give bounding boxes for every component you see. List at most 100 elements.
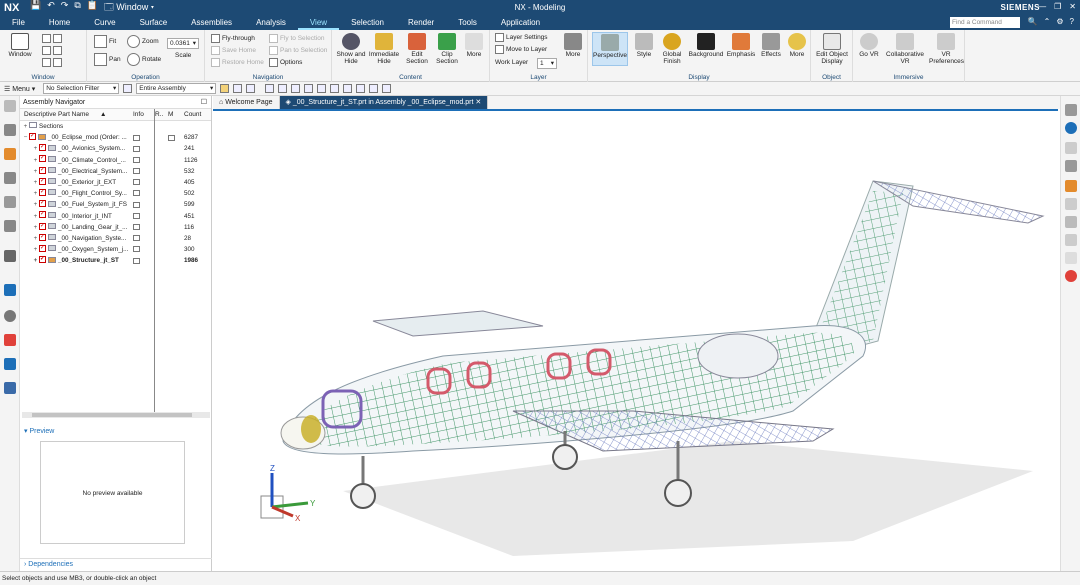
tab-file[interactable]: File [0, 15, 37, 30]
work-layer-select[interactable]: 1 [537, 58, 557, 69]
scrollbar-thumb[interactable] [32, 413, 192, 417]
measure-icon[interactable] [1065, 216, 1077, 228]
background-button[interactable]: Background [688, 33, 724, 58]
visibility-checkbox[interactable] [39, 222, 46, 232]
global-finish-button[interactable]: Global Finish [658, 33, 686, 65]
view-orient-icon[interactable] [330, 84, 340, 93]
section-view-icon[interactable] [1065, 252, 1077, 264]
collapse-ribbon-icon[interactable]: ⌃ [1044, 17, 1051, 26]
view-fit-icon[interactable] [265, 84, 275, 93]
tab-home[interactable]: Home [37, 15, 82, 30]
tab-view[interactable]: View [297, 15, 340, 30]
maximize-panel-icon[interactable]: ☐ [201, 96, 207, 109]
show-and-hide-button[interactable]: Show and Hide [336, 33, 366, 65]
visibility-checkbox[interactable] [39, 211, 46, 221]
assembly-navigator-icon[interactable] [4, 148, 16, 160]
layout-grid-icon[interactable] [53, 58, 62, 67]
graphics-window[interactable]: Z Y X [213, 109, 1058, 571]
collaborative-vr-button[interactable]: Collaborative VR [883, 33, 927, 65]
fit-button[interactable]: Fit [94, 35, 116, 48]
paste-icon[interactable]: 📋 [87, 0, 98, 16]
move-to-layer-button[interactable]: Move to Layer [495, 45, 547, 54]
tree-row[interactable]: +_00_Exterior_jt_EXT 405 [20, 177, 211, 188]
close-icon[interactable]: ✕ [1069, 2, 1076, 11]
rotate-button[interactable]: Rotate [127, 53, 161, 66]
emphasis-button[interactable]: Emphasis [726, 33, 756, 58]
column-read-only[interactable]: R.. [155, 109, 168, 120]
edit-object-display-button[interactable]: Edit Object Display [813, 33, 851, 65]
visibility-checkbox[interactable] [39, 166, 46, 176]
layout-four-icon[interactable] [53, 46, 62, 55]
redo-icon[interactable]: ↷ [61, 0, 69, 16]
view-wireframe-icon[interactable] [317, 84, 327, 93]
effects-button[interactable]: Effects [758, 33, 784, 58]
tree-row[interactable]: +_00_Flight_Control_Sy... 502 [20, 188, 211, 199]
layer-settings-button[interactable]: Layer Settings [495, 33, 548, 42]
tree-row[interactable]: +_00_Interior_jt_INT 451 [20, 211, 211, 222]
visibility-checkbox[interactable] [39, 143, 46, 153]
settings-gear-icon[interactable] [4, 100, 16, 112]
hd3d-tools-icon[interactable] [4, 220, 16, 232]
process-studio-icon[interactable] [4, 382, 16, 394]
view-style-icon[interactable] [343, 84, 353, 93]
scale-input[interactable]: 0.0361 [167, 38, 199, 49]
settings-icon[interactable]: ⚙ [1056, 17, 1063, 26]
tree-row[interactable]: +_00_Avionics_System... 241 [20, 143, 211, 154]
search-icon[interactable]: 🔍 [1028, 17, 1038, 26]
column-modified[interactable]: M [168, 109, 181, 120]
edit-section-button[interactable]: Edit Section [402, 33, 432, 65]
expand-icon[interactable]: + [32, 143, 39, 154]
visibility-checkbox[interactable] [39, 177, 46, 187]
tree-row-root[interactable]: −_00_Eclipse_mod (Order: ... 6287 [20, 132, 211, 143]
show-hide-view-icon[interactable] [1065, 142, 1077, 154]
help-icon[interactable]: ? [1070, 17, 1074, 26]
view-zoom-icon[interactable] [278, 84, 288, 93]
tab-welcome-page[interactable]: ⌂ Welcome Page [213, 96, 280, 109]
visibility-checkbox[interactable] [39, 244, 46, 254]
display-more-button[interactable]: More [785, 33, 809, 58]
history-clock-icon[interactable] [4, 310, 16, 322]
visibility-checkbox[interactable] [39, 199, 46, 209]
tab-application[interactable]: Application [489, 15, 552, 30]
visibility-checkbox[interactable] [29, 132, 36, 142]
immediate-hide-button[interactable]: Immediate Hide [368, 33, 400, 65]
view-triad[interactable]: Z Y X [260, 464, 316, 523]
column-divider[interactable] [154, 109, 155, 412]
column-info[interactable]: Info [133, 109, 155, 120]
expand-icon[interactable]: + [32, 222, 39, 233]
tab-render[interactable]: Render [396, 15, 446, 30]
fly-to-selection-button[interactable]: Fly to Selection [269, 34, 324, 43]
zoom-button[interactable]: Zoom [127, 35, 159, 48]
part-navigator-icon[interactable] [4, 124, 16, 136]
roles-icon[interactable] [4, 334, 16, 346]
select-icon[interactable] [220, 84, 230, 93]
style-button[interactable]: Style [632, 33, 656, 58]
go-vr-button[interactable]: Go VR [857, 33, 881, 58]
layout-three-icon[interactable] [42, 58, 51, 67]
tree-row-work-part[interactable]: +_00_Structure_jt_ST 1986 [20, 255, 211, 266]
close-tab-icon[interactable]: ✕ [475, 99, 481, 106]
wcs-icon[interactable] [1065, 270, 1077, 282]
constraint-navigator-icon[interactable] [4, 172, 16, 184]
expand-icon[interactable]: + [32, 177, 39, 188]
select-feature-icon[interactable] [246, 84, 256, 93]
render-style-icon[interactable] [1065, 122, 1077, 134]
visibility-checkbox[interactable] [39, 255, 46, 265]
column-part-name[interactable]: Descriptive Part Name ▲ [20, 109, 133, 120]
vr-preferences-button[interactable]: VR Preferences [929, 33, 964, 65]
options-button[interactable]: Options [269, 58, 302, 67]
expand-icon[interactable]: + [32, 199, 39, 210]
preview-header[interactable]: ▾ Preview [20, 426, 212, 438]
restore-icon[interactable]: ❐ [1054, 2, 1061, 11]
find-command-input[interactable]: Find a Command [950, 17, 1020, 28]
tab-surface[interactable]: Surface [128, 15, 180, 30]
dependencies-header[interactable]: › Dependencies [20, 558, 212, 570]
expand-icon[interactable]: + [32, 211, 39, 222]
globe-icon[interactable] [4, 284, 16, 296]
clip-view-icon[interactable] [1065, 234, 1077, 246]
tree-row[interactable]: +_00_Electrical_System... 532 [20, 166, 211, 177]
view-layer-icon[interactable] [382, 84, 392, 93]
snap-point-icon[interactable] [233, 84, 243, 93]
expand-icon[interactable]: + [32, 255, 39, 266]
column-count[interactable]: Count [181, 109, 209, 120]
